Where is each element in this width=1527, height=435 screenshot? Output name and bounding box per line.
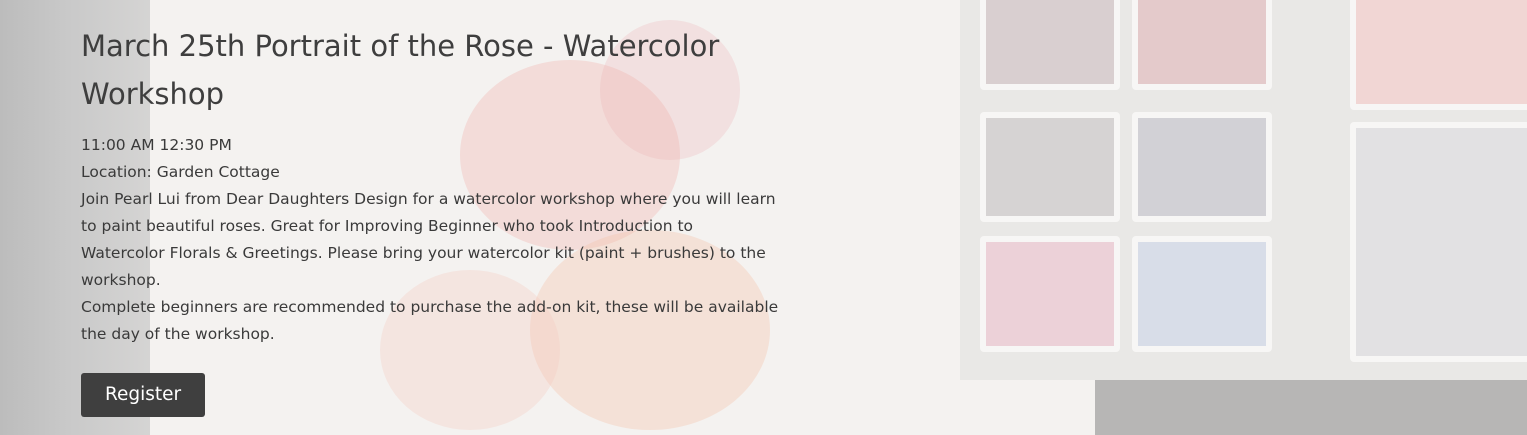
description-paragraph: Join Pearl Lui from Dear Daughters Desig…	[81, 190, 776, 289]
palette-well	[1132, 112, 1272, 222]
event-title: March 25th Portrait of the Rose - Waterc…	[81, 29, 720, 111]
register-button[interactable]: Register	[81, 373, 206, 417]
palette-well	[980, 112, 1120, 222]
texture-bottom	[1095, 380, 1527, 435]
event-location: Location: Garden Cottage	[81, 163, 280, 181]
event-time: 11:00 AM 12:30 PM	[81, 136, 232, 154]
event-card: March 25th Portrait of the Rose - Waterc…	[81, 22, 781, 417]
palette-well	[1350, 122, 1527, 362]
palette-well	[1350, 0, 1527, 110]
palette-well	[980, 236, 1120, 352]
watercolor-palette	[960, 0, 1527, 380]
palette-well	[1132, 236, 1272, 352]
description-paragraph: Complete beginners are recommended to pu…	[81, 298, 779, 343]
event-description: Join Pearl Lui from Dear Daughters Desig…	[81, 186, 781, 348]
palette-well	[1132, 0, 1272, 90]
palette-well	[980, 0, 1120, 90]
